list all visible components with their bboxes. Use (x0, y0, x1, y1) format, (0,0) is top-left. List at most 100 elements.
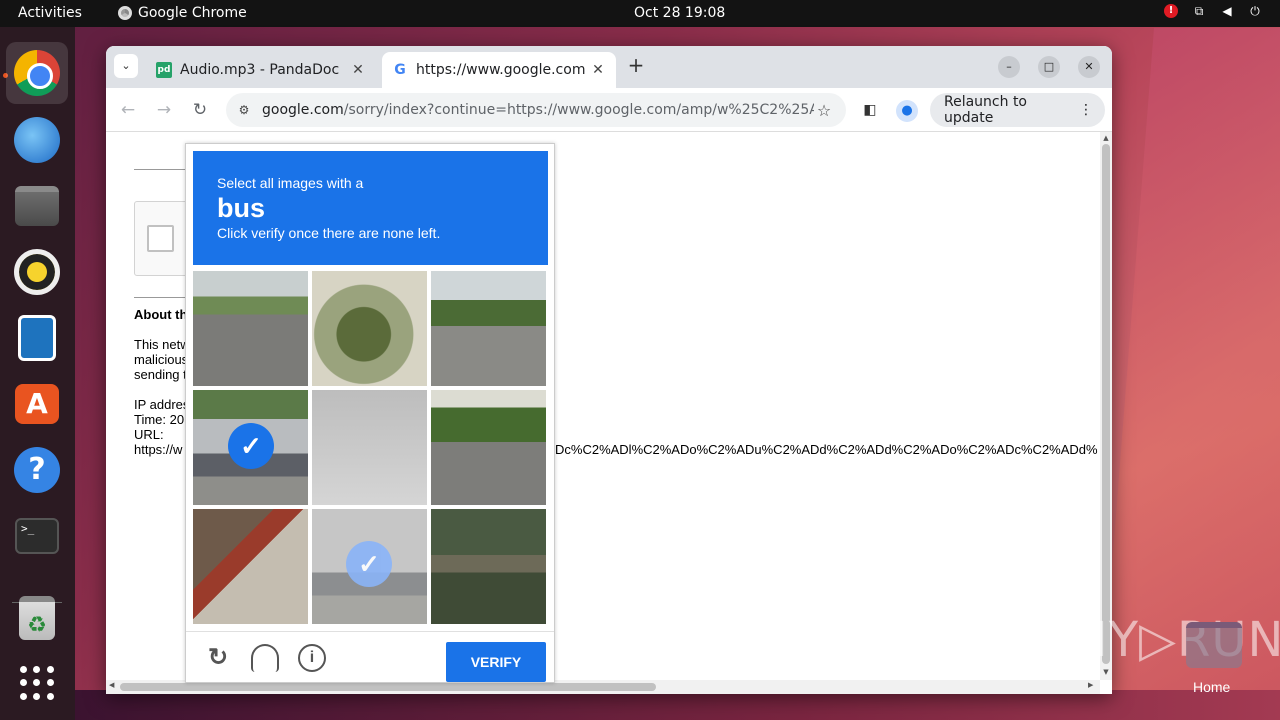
audio-challenge-icon[interactable] (251, 644, 279, 672)
site-info-icon[interactable]: ⚙ (236, 103, 252, 117)
captcha-tile[interactable] (312, 390, 427, 505)
trash-icon: ♻ (19, 596, 55, 640)
info-text: malicious (134, 352, 189, 367)
url-value: Dc%C2%ADl%C2%ADo%C2%ADu%C2%ADd%C2%ADd%C2… (555, 442, 1098, 457)
vertical-scrollbar[interactable]: ▲ ▼ (1100, 132, 1112, 680)
captcha-tile[interactable] (431, 509, 546, 624)
files-icon (15, 186, 59, 226)
address-bar[interactable]: ⚙ google.com/sorry/index?continue=https:… (226, 93, 846, 127)
terminal-icon: >_ (15, 518, 59, 554)
home-folder-icon[interactable] (1186, 622, 1242, 668)
url-prefix: https://w (134, 442, 183, 457)
tab-strip: ⌄ pd Audio.mp3 - PandaDoc ✕ G https://ww… (106, 46, 1112, 88)
close-tab-icon[interactable]: ✕ (350, 62, 366, 78)
close-window-button[interactable]: ✕ (1078, 56, 1100, 78)
google-favicon-icon: G (392, 62, 408, 78)
profile-avatar-icon[interactable]: ● (896, 100, 918, 122)
dock-help[interactable]: ? (6, 439, 68, 501)
help-icon: ? (14, 447, 60, 493)
power-icon[interactable]: ⏻ (1248, 4, 1262, 18)
anyrun-watermark: ANY▷RUN (1038, 612, 1280, 668)
app-grid-icon (20, 666, 54, 700)
tab-title: Audio.mp3 - PandaDoc (180, 62, 340, 78)
chrome-icon (118, 6, 132, 20)
bookmark-star-icon[interactable]: ☆ (814, 101, 834, 120)
captcha-tile[interactable] (431, 390, 546, 505)
wallpaper-bottom (75, 690, 1280, 720)
captcha-challenge: Select all images with a bus Click verif… (185, 143, 555, 683)
dock-software[interactable]: A (6, 373, 68, 435)
volume-icon[interactable]: ◀ (1220, 4, 1234, 18)
captcha-tile[interactable] (312, 271, 427, 386)
verify-button[interactable]: VERIFY (446, 642, 546, 682)
info-icon[interactable]: i (298, 644, 326, 672)
home-label[interactable]: Home (1193, 679, 1230, 695)
scrollbar-thumb[interactable] (120, 683, 656, 691)
top-bar: Activities Google Chrome Oct 28 19:08 ! … (0, 0, 1280, 27)
clock[interactable]: Oct 28 19:08 (634, 5, 725, 21)
activities-button[interactable]: Activities (18, 5, 82, 21)
alert-icon[interactable]: ! (1164, 4, 1178, 18)
dock-terminal[interactable]: >_ (6, 505, 68, 567)
recaptcha-checkbox[interactable] (147, 225, 174, 252)
captcha-tile[interactable] (193, 509, 308, 624)
dock-writer[interactable] (6, 307, 68, 369)
captcha-tile[interactable]: ✓ (312, 509, 427, 624)
thunderbird-icon (14, 117, 60, 163)
tab-title: https://www.google.com (416, 62, 586, 78)
relaunch-button[interactable]: Relaunch to update ⋮ (930, 93, 1105, 127)
rhythmbox-icon (14, 249, 60, 295)
relaunch-label: Relaunch to update (944, 94, 1028, 126)
toolbar: ← → ↻ ⚙ google.com/sorry/index?continue=… (106, 88, 1112, 132)
new-tab-button[interactable]: + (624, 54, 648, 78)
chrome-icon (14, 50, 60, 96)
dock-rhythmbox[interactable] (6, 241, 68, 303)
network-icon[interactable]: ⧉ (1192, 4, 1206, 18)
scroll-up-icon[interactable]: ▲ (1100, 134, 1112, 142)
minimize-button[interactable]: – (998, 56, 1020, 78)
software-icon: A (15, 384, 59, 424)
pandadoc-favicon-icon: pd (156, 62, 172, 78)
dock-chrome[interactable] (6, 42, 68, 104)
app-name: Google Chrome (138, 5, 247, 21)
ip-line: IP addres (134, 397, 190, 412)
scroll-right-icon[interactable]: ▶ (1088, 681, 1093, 689)
captcha-instruction: Select all images with a (217, 175, 364, 191)
system-tray[interactable]: ! ⧉ ◀ ⏻ (1164, 4, 1262, 18)
reload-button[interactable]: ↻ (188, 98, 212, 122)
dock-trash[interactable]: ♻ (6, 587, 68, 649)
reload-challenge-icon[interactable]: ↻ (204, 644, 232, 672)
app-menu[interactable]: Google Chrome (118, 5, 247, 21)
selected-check-icon: ✓ (228, 423, 274, 469)
info-text: This netw (134, 337, 190, 352)
url-text[interactable]: google.com/sorry/index?continue=https://… (262, 102, 814, 118)
captcha-image-grid: ✓ ✓ (193, 271, 549, 627)
tab-pandadoc[interactable]: pd Audio.mp3 - PandaDoc ✕ (146, 52, 376, 88)
maximize-button[interactable]: □ (1038, 56, 1060, 78)
scroll-left-icon[interactable]: ◀ (109, 681, 114, 689)
dock-thunderbird[interactable] (6, 109, 68, 171)
scroll-down-icon[interactable]: ▼ (1100, 668, 1112, 676)
close-tab-icon[interactable]: ✕ (590, 62, 606, 78)
writer-icon (18, 315, 56, 361)
side-panel-icon[interactable]: ◧ (860, 100, 880, 120)
captcha-tile[interactable] (431, 271, 546, 386)
menu-dots-icon[interactable]: ⋮ (1079, 102, 1093, 118)
captcha-target: bus (217, 193, 266, 223)
url-label: URL: (134, 427, 164, 442)
time-line: Time: 20 (134, 412, 185, 427)
back-button[interactable]: ← (116, 98, 140, 122)
about-heading: About th (134, 307, 188, 322)
tab-search-button[interactable]: ⌄ (114, 54, 138, 78)
dock-files[interactable] (6, 175, 68, 237)
captcha-tile[interactable]: ✓ (193, 390, 308, 505)
tab-google[interactable]: G https://www.google.com ✕ (382, 52, 616, 88)
scrollbar-thumb[interactable] (1102, 144, 1110, 664)
captcha-hint: Click verify once there are none left. (217, 225, 441, 241)
captcha-header: Select all images with a bus Click verif… (193, 151, 548, 265)
captcha-tile[interactable] (193, 271, 308, 386)
selected-check-icon: ✓ (346, 541, 392, 587)
captcha-footer: ↻ i VERIFY (186, 631, 554, 683)
forward-button[interactable]: → (152, 98, 176, 122)
show-apps-button[interactable] (6, 652, 68, 714)
